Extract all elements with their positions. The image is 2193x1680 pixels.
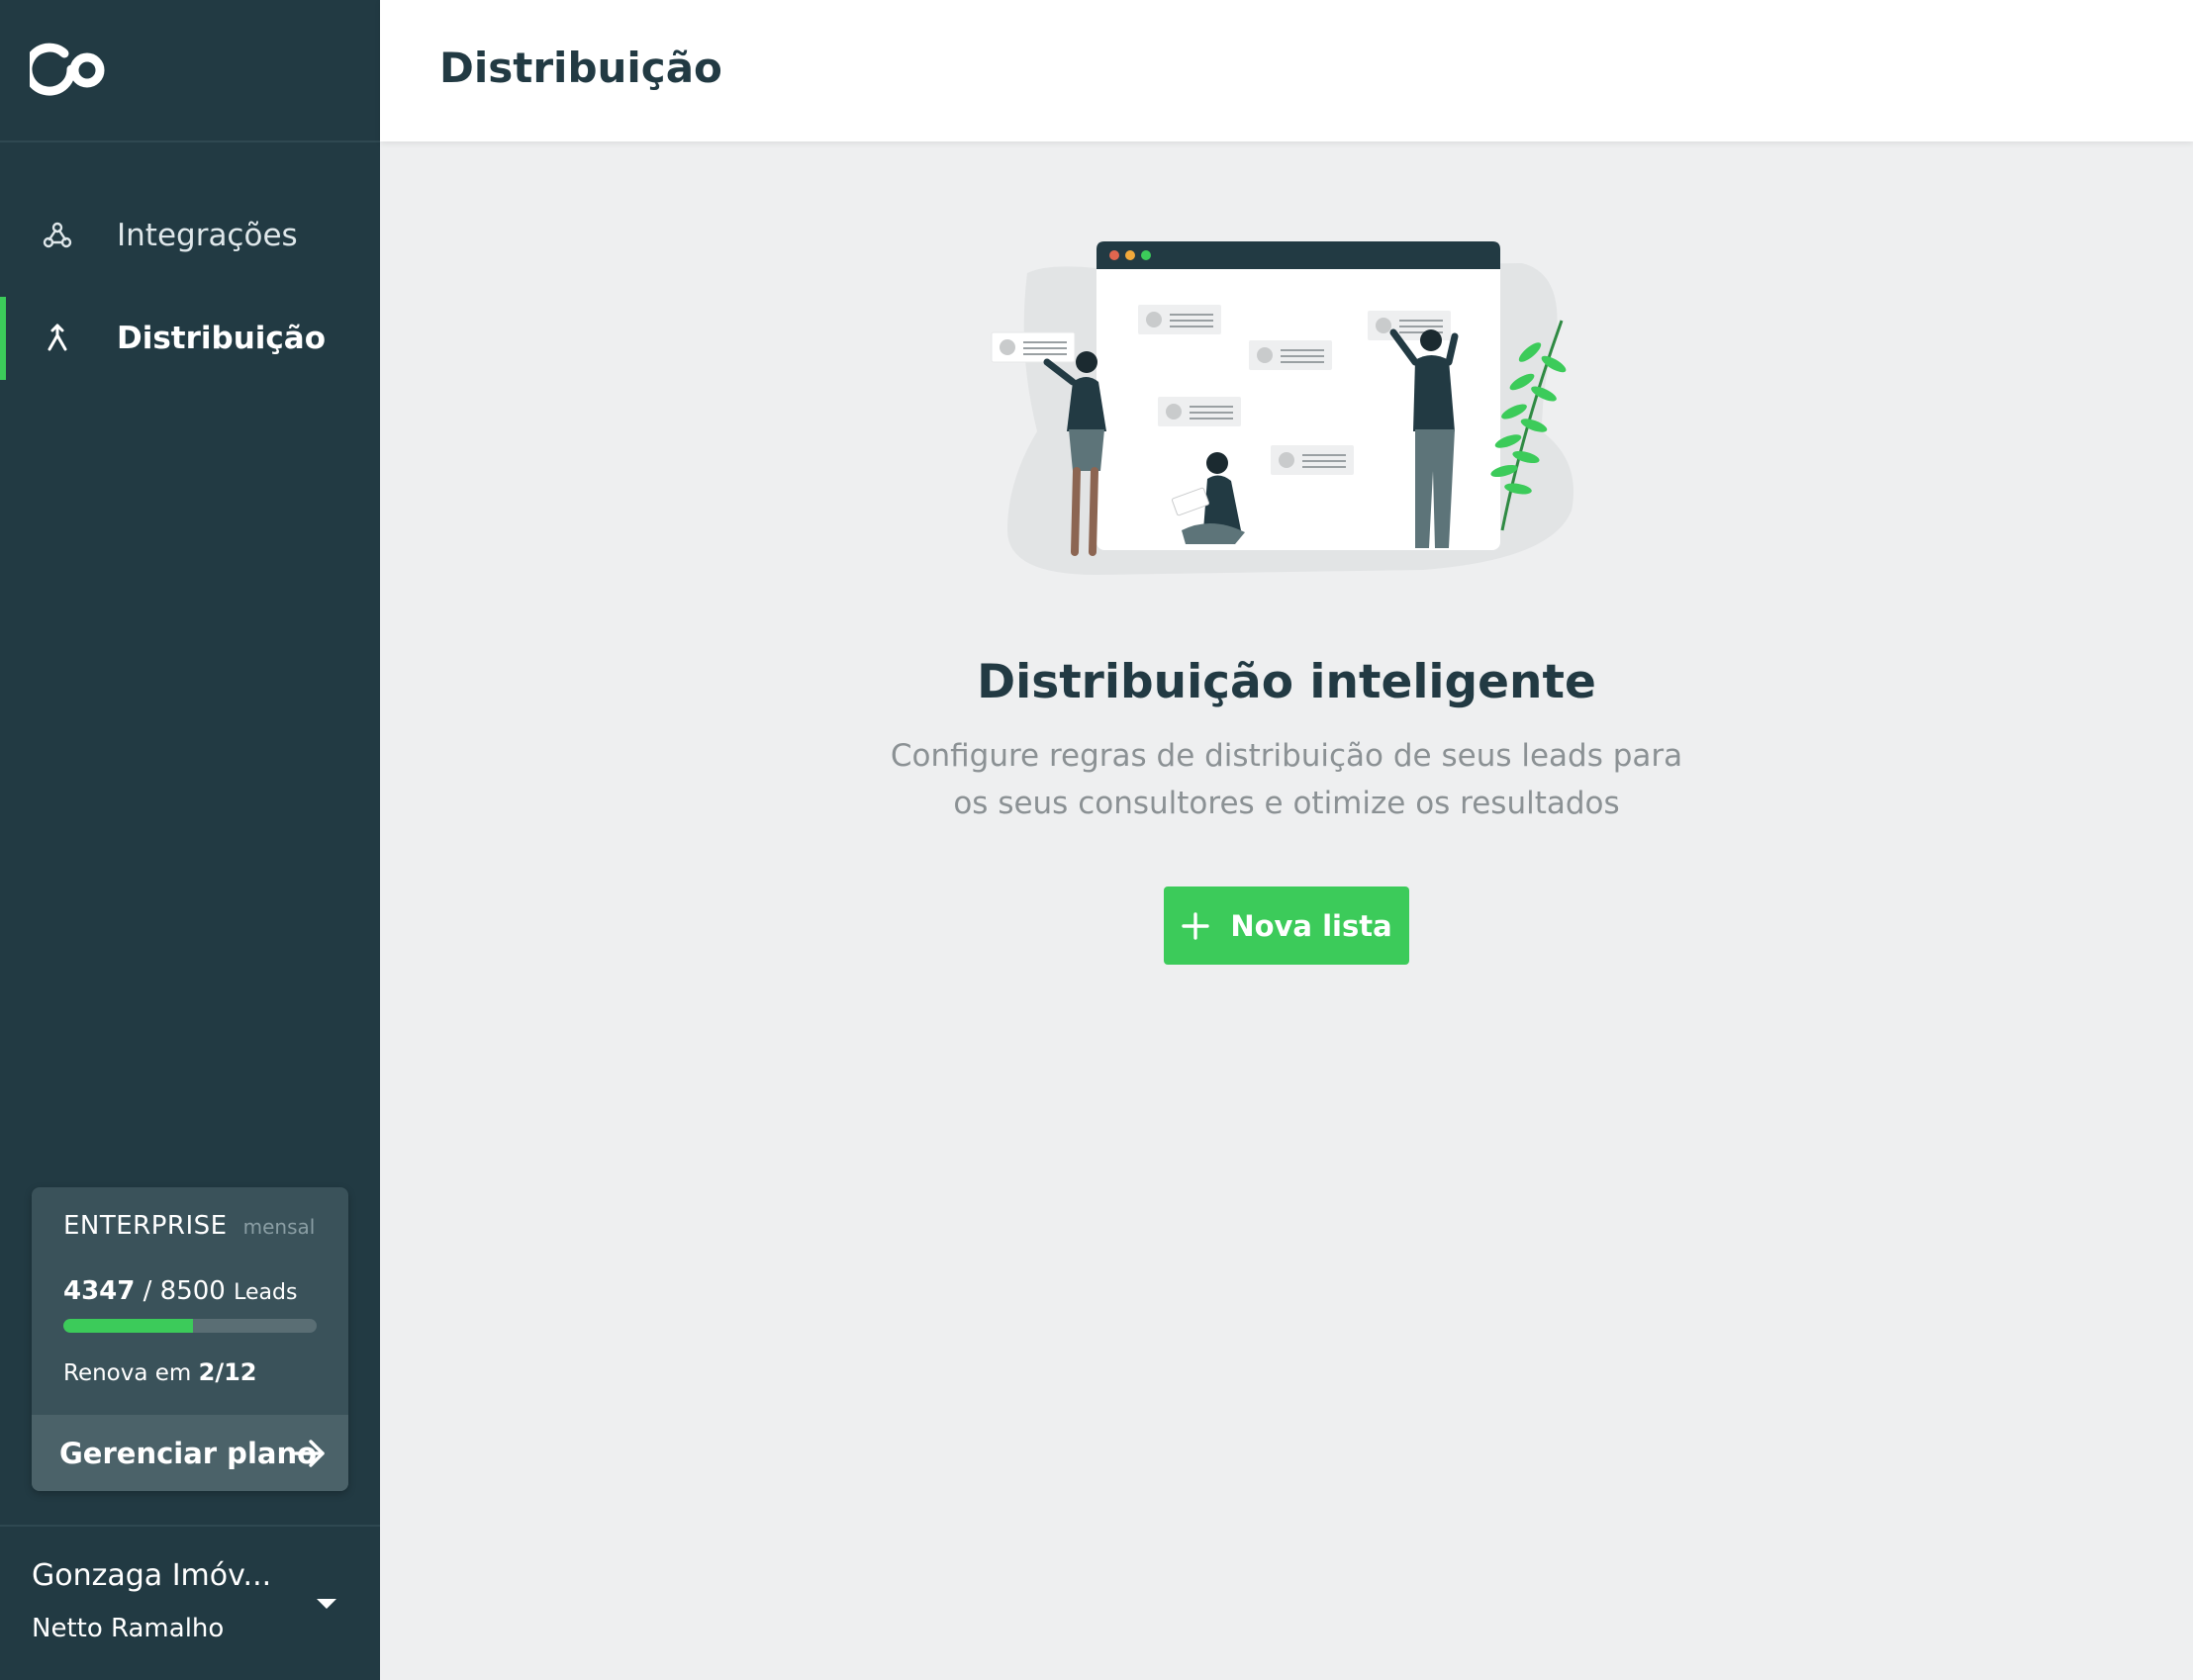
manage-plan-label: Gerenciar plano [59, 1436, 318, 1470]
plan-used-count: 4347 [63, 1276, 136, 1306]
plan-name: ENTERPRISE [63, 1211, 228, 1241]
empty-state-description-line-2: os seus consultores e otimize os resulta… [953, 786, 1620, 821]
empty-state-description: Configure regras de distribuição de seus… [380, 732, 2193, 827]
plan-usage-separator: / [143, 1276, 152, 1306]
plan-unit: Leads [234, 1280, 298, 1305]
plus-icon [1181, 911, 1210, 941]
new-list-label: Nova lista [1230, 908, 1392, 943]
sidebar-item-label: Distribuição [117, 321, 327, 356]
plan-header: ENTERPRISE mensal [63, 1211, 315, 1241]
plan-period: mensal [242, 1215, 316, 1239]
plan-renewal: Renova em 2/12 [63, 1358, 257, 1386]
empty-state-title: Distribuição inteligente [977, 655, 1596, 709]
split-arrow-icon [40, 321, 75, 356]
plan-usage-progress-fill [63, 1319, 193, 1333]
manage-plan-button[interactable]: Gerenciar plano [32, 1415, 348, 1491]
page-title: Distribuição [439, 44, 722, 92]
co-logo-icon[interactable] [23, 40, 113, 99]
plan-renew-date: 2/12 [198, 1358, 257, 1386]
account-switcher[interactable]: Gonzaga Imóv... Netto Ramalho [0, 1527, 380, 1680]
empty-state-description-line-1: Configure regras de distribuição de seus… [890, 738, 1683, 774]
arrow-right-icon [293, 1437, 327, 1470]
account-company-name: Gonzaga Imóv... [32, 1558, 272, 1593]
webhook-icon [40, 218, 75, 253]
plan-usage: 4347 / 8500 Leads [63, 1276, 297, 1306]
sidebar: Integrações Distribuição ENTERPRISE mens… [0, 0, 380, 1680]
account-user-name: Netto Ramalho [32, 1614, 225, 1643]
page-header: Distribuição [380, 0, 2193, 141]
team-organizing-board-illustration [988, 233, 1585, 576]
sidebar-item-label: Integrações [117, 218, 298, 253]
plan-card: ENTERPRISE mensal 4347 / 8500 Leads Reno… [32, 1187, 348, 1491]
plan-limit: 8500 [159, 1276, 226, 1306]
plan-usage-progress-bar [63, 1319, 317, 1333]
logo-divider [0, 140, 380, 142]
sidebar-item-integracoes[interactable]: Integrações [0, 194, 380, 277]
new-list-button[interactable]: Nova lista [1164, 887, 1409, 965]
sidebar-item-distribuicao[interactable]: Distribuição [0, 297, 380, 380]
caret-down-icon [317, 1596, 336, 1610]
plan-renew-label: Renova em [63, 1360, 192, 1386]
